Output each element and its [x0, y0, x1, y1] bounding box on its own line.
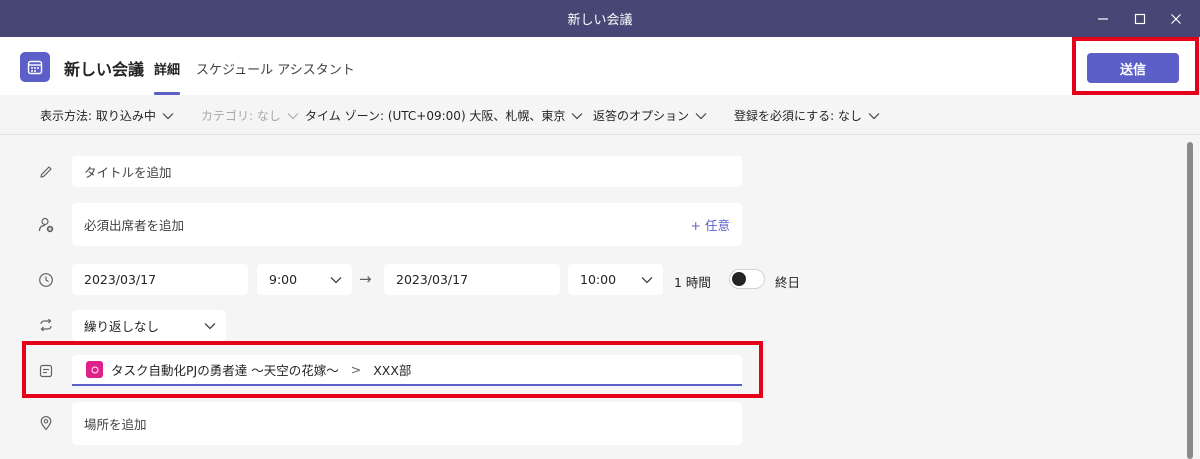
time-zone-label: タイム ゾーン: (UTC+09:00) 大阪、札幌、東京: [305, 109, 566, 123]
channel-name: XXX部: [373, 363, 412, 378]
chevron-down-icon: [572, 112, 583, 119]
page-title: 新しい会議: [64, 60, 145, 79]
toggle-knob: [732, 272, 746, 286]
duration-label: 1 時間: [674, 275, 711, 290]
all-day-toggle[interactable]: [729, 269, 765, 289]
add-person-icon: [36, 215, 56, 235]
maximize-icon: [1134, 13, 1146, 24]
minimize-button[interactable]: [1085, 0, 1121, 37]
clock-icon: [36, 270, 56, 290]
chevron-down-icon: [695, 112, 707, 119]
time-zone-dropdown[interactable]: タイム ゾーン: (UTC+09:00) 大阪、札幌、東京: [305, 107, 583, 124]
tab-details[interactable]: 詳細: [154, 59, 180, 78]
response-options-label: 返答のオプション: [593, 109, 690, 123]
maximize-button[interactable]: [1122, 0, 1158, 37]
registration-label: 登録を必須にする: なし: [734, 109, 862, 123]
start-date-picker[interactable]: 2023/03/17: [72, 264, 248, 295]
registration-dropdown[interactable]: 登録を必須にする: なし: [734, 107, 880, 124]
attendees-placeholder: 必須出席者を追加: [84, 218, 185, 233]
attendees-input[interactable]: 必須出席者を追加 + 任意: [72, 203, 742, 246]
window-titlebar: 新しい会議: [0, 0, 1200, 37]
category-dropdown[interactable]: カテゴリ: なし: [201, 107, 299, 124]
chevron-down-icon: [641, 276, 653, 283]
start-time-value: 9:00: [269, 272, 298, 287]
tab-scheduling-assistant[interactable]: スケジュール アシスタント: [196, 59, 355, 78]
location-input[interactable]: 場所を追加: [72, 402, 742, 445]
chevron-down-icon: [162, 112, 174, 119]
channel-icon: [36, 361, 56, 381]
show-as-label: 表示方法: 取り込み中: [40, 109, 156, 123]
end-time-value: 10:00: [580, 272, 617, 287]
window-title: 新しい会議: [567, 13, 633, 28]
chevron-down-icon: [287, 112, 299, 119]
end-date-picker[interactable]: 2023/03/17: [384, 264, 560, 295]
end-time-dropdown[interactable]: 10:00: [568, 264, 663, 295]
response-options-dropdown[interactable]: 返答のオプション: [593, 107, 707, 124]
location-pin-icon: [36, 413, 56, 433]
channel-picker[interactable]: タスク自動化PJの勇者達 〜天空の花嫁〜 > XXX部: [72, 355, 742, 386]
send-button[interactable]: 送信: [1087, 53, 1179, 83]
team-name: タスク自動化PJの勇者達 〜天空の花嫁〜: [111, 363, 339, 378]
team-avatar: [86, 361, 103, 378]
close-icon: [1171, 13, 1181, 24]
minimize-icon: [1098, 17, 1108, 20]
show-as-dropdown[interactable]: 表示方法: 取り込み中: [40, 107, 174, 124]
add-optional-attendee-link[interactable]: + 任意: [691, 215, 730, 234]
title-input[interactable]: タイトルを追加: [72, 156, 742, 187]
all-day-label: 終日: [775, 275, 801, 290]
chevron-down-icon: [330, 276, 342, 283]
repeat-icon: [36, 315, 56, 335]
calendar-icon: [20, 52, 50, 82]
close-button[interactable]: [1158, 0, 1194, 37]
chevron-down-icon: [868, 112, 880, 119]
meeting-header: 新しい会議 詳細 スケジュール アシスタント 送信: [0, 37, 1200, 95]
arrow-right-icon: →: [359, 270, 372, 288]
pencil-icon: [36, 162, 56, 182]
breadcrumb-separator: >: [350, 362, 362, 377]
meeting-options-bar: 表示方法: 取り込み中 カテゴリ: なし タイム ゾーン: (UTC+09:00…: [0, 95, 1200, 135]
category-label: カテゴリ: なし: [201, 109, 281, 123]
start-time-dropdown[interactable]: 9:00: [257, 264, 352, 295]
repeat-dropdown[interactable]: 繰り返しなし: [72, 310, 226, 341]
repeat-value: 繰り返しなし: [84, 319, 160, 334]
scrollbar[interactable]: [1187, 142, 1193, 459]
chevron-down-icon: [204, 322, 216, 329]
